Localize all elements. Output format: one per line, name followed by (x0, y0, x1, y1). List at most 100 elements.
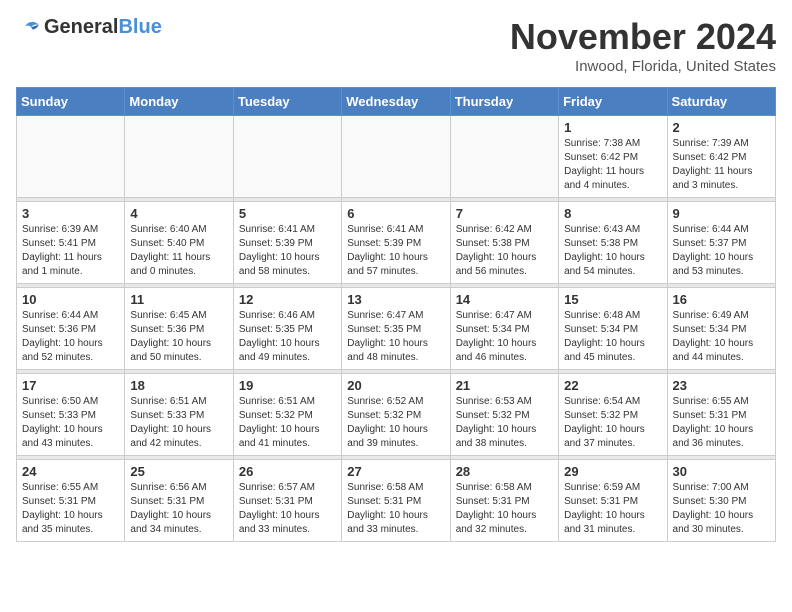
calendar-cell: 5Sunrise: 6:41 AM Sunset: 5:39 PM Daylig… (233, 202, 341, 284)
day-info: Sunrise: 6:44 AM Sunset: 5:37 PM Dayligh… (673, 223, 770, 279)
day-info: Sunrise: 6:54 AM Sunset: 5:32 PM Dayligh… (564, 395, 661, 451)
calendar-cell: 23Sunrise: 6:55 AM Sunset: 5:31 PM Dayli… (667, 374, 775, 456)
calendar-cell: 18Sunrise: 6:51 AM Sunset: 5:33 PM Dayli… (125, 374, 233, 456)
calendar-week-row: 1 Sunrise: 7:38 AM Sunset: 6:42 PM Daylig… (17, 116, 776, 198)
day-info: Sunrise: 7:38 AM Sunset: 6:42 PM Dayligh… (564, 137, 661, 193)
day-info: Sunrise: 6:48 AM Sunset: 5:34 PM Dayligh… (564, 309, 661, 365)
day-info: Sunrise: 6:55 AM Sunset: 5:31 PM Dayligh… (22, 481, 119, 537)
calendar-week-row: 3 Sunrise: 6:39 AM Sunset: 5:41 PM Daylig… (17, 202, 776, 284)
day-info: Sunrise: 6:45 AM Sunset: 5:36 PM Dayligh… (130, 309, 227, 365)
calendar-cell (342, 116, 450, 198)
day-number: 29 (564, 464, 661, 479)
day-info: Sunrise: 6:59 AM Sunset: 5:31 PM Dayligh… (564, 481, 661, 537)
day-number: 25 (130, 464, 227, 479)
day-number: 20 (347, 378, 444, 393)
calendar-week-row: 10 Sunrise: 6:44 AM Sunset: 5:36 PM Dayli… (17, 288, 776, 370)
weekday-header-tuesday: Tuesday (233, 88, 341, 116)
calendar-table: SundayMondayTuesdayWednesdayThursdayFrid… (16, 87, 776, 542)
calendar-cell: 19 Sunrise: 6:51 AM Sunset: 5:32 PM Dayli… (233, 374, 341, 456)
day-info: Sunrise: 6:40 AM Sunset: 5:40 PM Dayligh… (130, 223, 227, 279)
logo-general-text: General (44, 16, 118, 38)
weekday-header-monday: Monday (125, 88, 233, 116)
day-number: 4 (130, 206, 227, 221)
day-number: 6 (347, 206, 444, 221)
weekday-header-thursday: Thursday (450, 88, 558, 116)
calendar-cell: 15 Sunrise: 6:48 AM Sunset: 5:34 PM Dayli… (559, 288, 667, 370)
page-header: GeneralBlue November 2024 Inwood, Florid… (16, 16, 776, 75)
calendar-cell: 10 Sunrise: 6:44 AM Sunset: 5:36 PM Dayli… (17, 288, 125, 370)
day-number: 16 (673, 292, 770, 307)
calendar-week-row: 24 Sunrise: 6:55 AM Sunset: 5:31 PM Dayli… (17, 460, 776, 542)
calendar-cell: 2 Sunrise: 7:39 AM Sunset: 6:42 PM Daylig… (667, 116, 775, 198)
calendar-cell: 12Sunrise: 6:46 AM Sunset: 5:35 PM Dayli… (233, 288, 341, 370)
calendar-week-row: 17Sunrise: 6:50 AM Sunset: 5:33 PM Dayli… (17, 374, 776, 456)
day-number: 3 (22, 206, 119, 221)
location-title: Inwood, Florida, United States (510, 58, 776, 75)
day-info: Sunrise: 7:00 AM Sunset: 5:30 PM Dayligh… (673, 481, 770, 537)
calendar-cell: 17Sunrise: 6:50 AM Sunset: 5:33 PM Dayli… (17, 374, 125, 456)
logo-bird-icon (16, 20, 40, 38)
calendar-cell: 27Sunrise: 6:58 AM Sunset: 5:31 PM Dayli… (342, 460, 450, 542)
day-number: 15 (564, 292, 661, 307)
calendar-cell (233, 116, 341, 198)
day-number: 1 (564, 120, 661, 135)
day-info: Sunrise: 6:46 AM Sunset: 5:35 PM Dayligh… (239, 309, 336, 365)
calendar-cell: 8Sunrise: 6:43 AM Sunset: 5:38 PM Daylig… (559, 202, 667, 284)
day-info: Sunrise: 6:49 AM Sunset: 5:34 PM Dayligh… (673, 309, 770, 365)
calendar-cell: 26 Sunrise: 6:57 AM Sunset: 5:31 PM Dayli… (233, 460, 341, 542)
day-info: Sunrise: 7:39 AM Sunset: 6:42 PM Dayligh… (673, 137, 770, 193)
day-info: Sunrise: 6:47 AM Sunset: 5:35 PM Dayligh… (347, 309, 444, 365)
day-number: 19 (239, 378, 336, 393)
day-info: Sunrise: 6:51 AM Sunset: 5:33 PM Dayligh… (130, 395, 227, 451)
day-info: Sunrise: 6:47 AM Sunset: 5:34 PM Dayligh… (456, 309, 553, 365)
day-info: Sunrise: 6:57 AM Sunset: 5:31 PM Dayligh… (239, 481, 336, 537)
day-number: 17 (22, 378, 119, 393)
calendar-cell: 21 Sunrise: 6:53 AM Sunset: 5:32 PM Dayli… (450, 374, 558, 456)
calendar-cell: 6 Sunrise: 6:41 AM Sunset: 5:39 PM Daylig… (342, 202, 450, 284)
calendar-cell: 24 Sunrise: 6:55 AM Sunset: 5:31 PM Dayli… (17, 460, 125, 542)
day-number: 9 (673, 206, 770, 221)
logo-blue-text: Blue (118, 16, 161, 38)
calendar-cell (17, 116, 125, 198)
day-number: 13 (347, 292, 444, 307)
weekday-header-sunday: Sunday (17, 88, 125, 116)
day-number: 7 (456, 206, 553, 221)
day-info: Sunrise: 6:41 AM Sunset: 5:39 PM Dayligh… (347, 223, 444, 279)
calendar-cell: 4 Sunrise: 6:40 AM Sunset: 5:40 PM Daylig… (125, 202, 233, 284)
weekday-header-saturday: Saturday (667, 88, 775, 116)
calendar-cell: 28 Sunrise: 6:58 AM Sunset: 5:31 PM Dayli… (450, 460, 558, 542)
month-title: November 2024 (510, 16, 776, 58)
day-number: 24 (22, 464, 119, 479)
day-number: 21 (456, 378, 553, 393)
calendar-cell: 14Sunrise: 6:47 AM Sunset: 5:34 PM Dayli… (450, 288, 558, 370)
day-info: Sunrise: 6:41 AM Sunset: 5:39 PM Dayligh… (239, 223, 336, 279)
day-number: 27 (347, 464, 444, 479)
weekday-header-row: SundayMondayTuesdayWednesdayThursdayFrid… (17, 88, 776, 116)
day-info: Sunrise: 6:43 AM Sunset: 5:38 PM Dayligh… (564, 223, 661, 279)
day-info: Sunrise: 6:44 AM Sunset: 5:36 PM Dayligh… (22, 309, 119, 365)
calendar-cell: 13 Sunrise: 6:47 AM Sunset: 5:35 PM Dayli… (342, 288, 450, 370)
day-number: 10 (22, 292, 119, 307)
day-number: 2 (673, 120, 770, 135)
calendar-cell: 20 Sunrise: 6:52 AM Sunset: 5:32 PM Dayli… (342, 374, 450, 456)
weekday-header-wednesday: Wednesday (342, 88, 450, 116)
day-info: Sunrise: 6:51 AM Sunset: 5:32 PM Dayligh… (239, 395, 336, 451)
calendar-cell: 30Sunrise: 7:00 AM Sunset: 5:30 PM Dayli… (667, 460, 775, 542)
day-number: 23 (673, 378, 770, 393)
calendar-cell: 3 Sunrise: 6:39 AM Sunset: 5:41 PM Daylig… (17, 202, 125, 284)
day-info: Sunrise: 6:56 AM Sunset: 5:31 PM Dayligh… (130, 481, 227, 537)
logo: GeneralBlue (16, 16, 162, 39)
day-info: Sunrise: 6:52 AM Sunset: 5:32 PM Dayligh… (347, 395, 444, 451)
calendar-cell: 7Sunrise: 6:42 AM Sunset: 5:38 PM Daylig… (450, 202, 558, 284)
day-number: 26 (239, 464, 336, 479)
day-info: Sunrise: 6:39 AM Sunset: 5:41 PM Dayligh… (22, 223, 119, 279)
day-info: Sunrise: 6:58 AM Sunset: 5:31 PM Dayligh… (456, 481, 553, 537)
calendar-cell: 16 Sunrise: 6:49 AM Sunset: 5:34 PM Dayli… (667, 288, 775, 370)
weekday-header-friday: Friday (559, 88, 667, 116)
calendar-cell (125, 116, 233, 198)
calendar-cell: 9 Sunrise: 6:44 AM Sunset: 5:37 PM Daylig… (667, 202, 775, 284)
day-info: Sunrise: 6:53 AM Sunset: 5:32 PM Dayligh… (456, 395, 553, 451)
calendar-title-area: November 2024 Inwood, Florida, United St… (510, 16, 776, 75)
calendar-cell: 22Sunrise: 6:54 AM Sunset: 5:32 PM Dayli… (559, 374, 667, 456)
day-number: 28 (456, 464, 553, 479)
